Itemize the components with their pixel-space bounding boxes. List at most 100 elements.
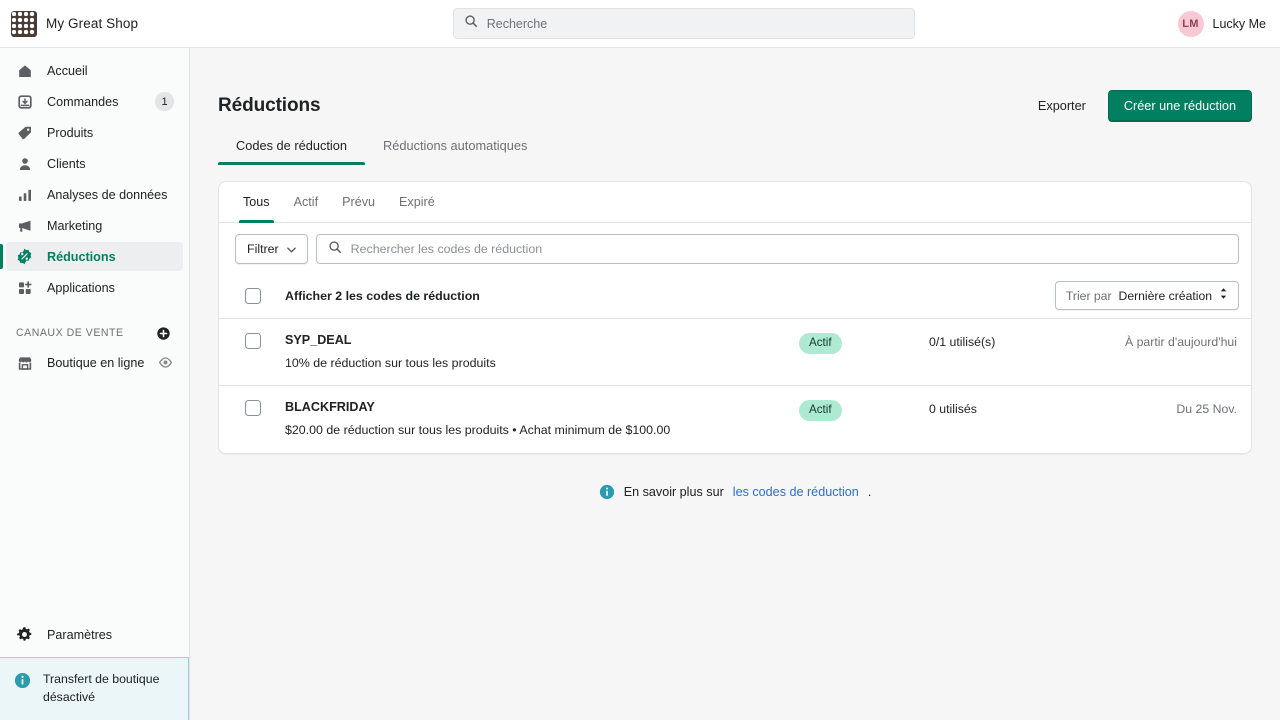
card-tab-label: Prévu bbox=[342, 195, 376, 209]
plus-circle-icon[interactable] bbox=[156, 326, 171, 341]
brand[interactable]: My Great Shop bbox=[0, 10, 190, 37]
sales-channels-title: CANAUX DE VENTE bbox=[16, 327, 124, 339]
sidebar-item-analyses[interactable]: Analyses de données bbox=[6, 180, 183, 209]
select-all-label: Afficher 2 les codes de réduction bbox=[285, 288, 480, 303]
search-icon bbox=[464, 14, 478, 33]
checkered-pattern-logo-icon bbox=[11, 10, 37, 37]
row-main: BLACKFRIDAY $20.00 de réduction sur tous… bbox=[285, 399, 799, 438]
date-range: À partir d'aujourd'hui bbox=[1124, 335, 1237, 349]
discount-badge-icon bbox=[16, 248, 33, 265]
sales-channels-header: CANAUX DE VENTE bbox=[6, 322, 183, 344]
main-content: Réductions Exporter Créer une réduction … bbox=[190, 48, 1280, 720]
status-cell: Actif bbox=[799, 332, 929, 354]
sidebar-item-label: Applications bbox=[47, 280, 115, 295]
sidebar-item-label: Analyses de données bbox=[47, 187, 168, 202]
card-tab-actif[interactable]: Actif bbox=[282, 182, 331, 223]
body: Accueil Commandes 1 Produits Clients Ana… bbox=[0, 48, 1280, 720]
tab-label: Codes de réduction bbox=[236, 138, 347, 153]
eye-icon[interactable] bbox=[158, 355, 173, 370]
filter-button[interactable]: Filtrer bbox=[235, 234, 308, 264]
sidebar-item-marketing[interactable]: Marketing bbox=[6, 211, 183, 240]
card-tab-label: Expiré bbox=[399, 195, 435, 209]
card-tab-expire[interactable]: Expiré bbox=[387, 182, 447, 223]
apps-grid-icon bbox=[16, 279, 33, 296]
sidebar-item-accueil[interactable]: Accueil bbox=[6, 56, 183, 85]
sidebar-item-label: Paramètres bbox=[47, 627, 113, 642]
orders-inbox-icon bbox=[16, 93, 33, 110]
brand-name: My Great Shop bbox=[46, 16, 139, 31]
info-circle-icon bbox=[14, 672, 31, 694]
top-bar: My Great Shop Recherche LM Lucky Me bbox=[0, 0, 1280, 48]
sidebar-item-reductions[interactable]: Réductions bbox=[0, 242, 183, 271]
sort-value: Dernière création bbox=[1118, 288, 1212, 303]
create-discount-button[interactable]: Créer une réduction bbox=[1107, 90, 1252, 122]
sidebar-item-clients[interactable]: Clients bbox=[6, 149, 183, 178]
row-main: SYP_DEAL 10% de réduction sur tous les p… bbox=[285, 332, 799, 371]
tab-label: Réductions automatiques bbox=[382, 138, 528, 153]
home-icon bbox=[16, 62, 33, 79]
sidebar-item-label: Marketing bbox=[47, 218, 103, 233]
filter-row: Filtrer Rechercher les codes de réductio… bbox=[219, 223, 1251, 275]
tag-icon bbox=[16, 124, 33, 141]
global-search-input[interactable]: Recherche bbox=[452, 8, 915, 39]
export-button[interactable]: Exporter bbox=[1028, 92, 1096, 120]
date-range: Du 25 Nov. bbox=[1176, 402, 1237, 417]
avatar: LM bbox=[1177, 10, 1204, 37]
card-tab-tous[interactable]: Tous bbox=[231, 182, 282, 223]
table-row[interactable]: SYP_DEAL 10% de réduction sur tous les p… bbox=[219, 319, 1251, 387]
select-all-checkbox[interactable] bbox=[245, 287, 261, 304]
discount-search-input[interactable]: Rechercher les codes de réduction bbox=[315, 234, 1239, 264]
sort-prefix: Trier par bbox=[1065, 288, 1112, 303]
tab-codes-de-reduction[interactable]: Codes de réduction bbox=[218, 128, 365, 165]
learn-more-note: En savoir plus sur les codes de réductio… bbox=[218, 484, 1252, 500]
card-tab-label: Tous bbox=[243, 195, 270, 209]
status-badge: Actif bbox=[799, 333, 842, 354]
learn-more-text: En savoir plus sur bbox=[623, 484, 724, 499]
user-name: Lucky Me bbox=[1212, 16, 1267, 31]
sidebar-item-boutique-en-ligne[interactable]: Boutique en ligne bbox=[6, 348, 183, 377]
sidebar-item-label: Clients bbox=[47, 156, 86, 171]
sidebar-item-label: Produits bbox=[47, 125, 94, 140]
app-root: My Great Shop Recherche LM Lucky Me Accu… bbox=[0, 0, 1280, 720]
discount-description: 10% de réduction sur tous les produits bbox=[285, 355, 496, 370]
page-title: Réductions bbox=[218, 95, 321, 116]
row-checkbox[interactable] bbox=[245, 400, 261, 417]
select-all-row: Afficher 2 les codes de réduction Trier … bbox=[219, 275, 1251, 319]
filter-button-label: Filtrer bbox=[247, 242, 279, 256]
tab-reductions-automatiques[interactable]: Réductions automatiques bbox=[365, 128, 545, 165]
global-search-placeholder: Recherche bbox=[486, 16, 548, 31]
discount-description: $20.00 de réduction sur tous les produit… bbox=[285, 422, 671, 437]
card-tab-label: Actif bbox=[293, 195, 319, 209]
card-filter-tabs: Tous Actif Prévu Expiré bbox=[219, 182, 1251, 223]
global-search-wrap: Recherche bbox=[190, 8, 1178, 39]
usage-count: 0/1 utilisé(s) bbox=[929, 335, 996, 349]
status-cell: Actif bbox=[799, 399, 929, 421]
status-badge: Actif bbox=[799, 400, 842, 421]
discount-search-placeholder: Rechercher les codes de réduction bbox=[350, 242, 543, 256]
user-menu[interactable]: LM Lucky Me bbox=[1177, 10, 1280, 37]
card-tab-prevu[interactable]: Prévu bbox=[330, 182, 387, 223]
sidebar-item-label: Accueil bbox=[47, 63, 88, 78]
learn-more-link[interactable]: les codes de réduction bbox=[733, 485, 859, 499]
info-circle-icon bbox=[599, 484, 615, 500]
usage-count: 0 utilisés bbox=[929, 402, 977, 417]
bar-chart-icon bbox=[16, 186, 33, 203]
sort-updown-icon bbox=[1219, 287, 1228, 305]
discount-code: BLACKFRIDAY bbox=[285, 400, 375, 415]
sidebar-item-label: Commandes bbox=[47, 94, 119, 109]
sort-dropdown[interactable]: Trier par Dernière création bbox=[1054, 281, 1239, 310]
sidebar-item-parametres[interactable]: Paramètres bbox=[6, 620, 183, 649]
sidebar-item-applications[interactable]: Applications bbox=[6, 273, 183, 302]
store-transfer-notice[interactable]: Transfert de boutique désactivé bbox=[0, 657, 189, 720]
row-checkbox[interactable] bbox=[245, 333, 261, 349]
search-icon bbox=[328, 240, 342, 259]
gear-icon bbox=[16, 626, 33, 643]
table-row[interactable]: BLACKFRIDAY $20.00 de réduction sur tous… bbox=[219, 386, 1251, 452]
sidebar-item-label: Réductions bbox=[47, 249, 116, 264]
sidebar-item-commandes[interactable]: Commandes 1 bbox=[6, 87, 183, 116]
chevron-down-icon bbox=[286, 242, 296, 256]
sidebar: Accueil Commandes 1 Produits Clients Ana… bbox=[0, 48, 190, 720]
sidebar-item-produits[interactable]: Produits bbox=[6, 118, 183, 147]
discounts-card: Tous Actif Prévu Expiré Filtrer Recherch… bbox=[218, 181, 1252, 454]
page-header: Réductions Exporter Créer une réduction bbox=[218, 48, 1252, 122]
